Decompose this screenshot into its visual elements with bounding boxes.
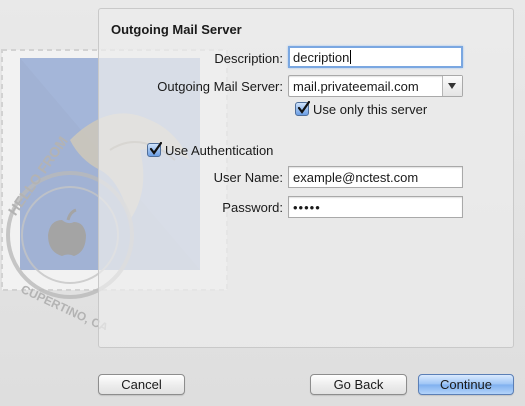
- password-field[interactable]: •••••: [288, 196, 463, 218]
- use-authentication-checkbox[interactable]: [147, 142, 162, 157]
- chevron-down-icon: [448, 83, 456, 89]
- password-value: •••••: [293, 200, 321, 215]
- panel-title: Outgoing Mail Server: [111, 22, 242, 37]
- user-name-value: example@nctest.com: [293, 170, 419, 185]
- use-authentication-label[interactable]: Use Authentication: [165, 143, 273, 158]
- outgoing-server-combo[interactable]: mail.privateemail.com: [288, 75, 463, 97]
- continue-button[interactable]: Continue: [418, 374, 514, 395]
- checkmark-icon: [297, 101, 310, 114]
- use-only-this-server-label[interactable]: Use only this server: [313, 102, 427, 117]
- description-label: Description:: [214, 51, 283, 66]
- password-label: Password:: [222, 200, 283, 215]
- text-caret: [350, 50, 352, 64]
- go-back-button[interactable]: Go Back: [310, 374, 407, 395]
- outgoing-server-label: Outgoing Mail Server:: [157, 79, 283, 94]
- description-field[interactable]: decription: [288, 46, 463, 68]
- cancel-button[interactable]: Cancel: [98, 374, 185, 395]
- checkmark-icon: [149, 142, 162, 155]
- use-only-this-server-checkbox[interactable]: [295, 101, 310, 116]
- user-name-label: User Name:: [213, 170, 283, 185]
- user-name-field[interactable]: example@nctest.com: [288, 166, 463, 188]
- description-value: decription: [293, 50, 350, 65]
- outgoing-server-dropdown-button[interactable]: [442, 76, 462, 96]
- outgoing-server-value: mail.privateemail.com: [293, 79, 419, 94]
